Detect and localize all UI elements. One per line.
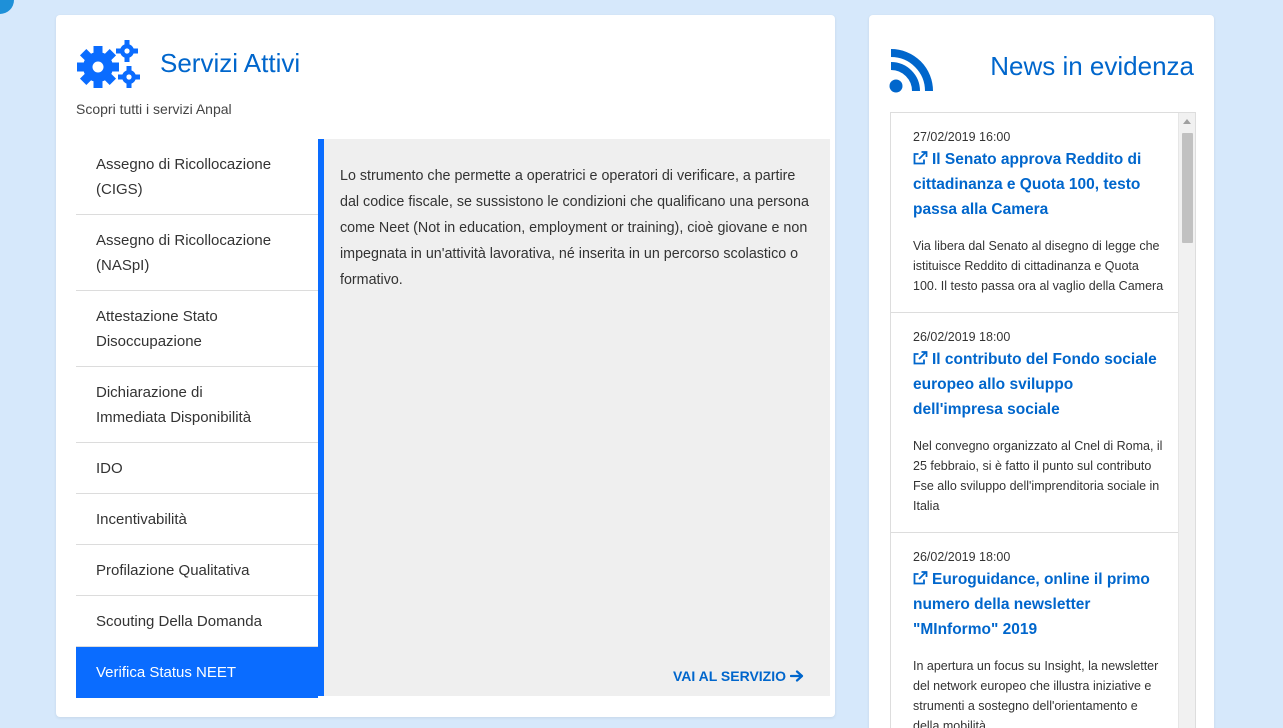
service-description: Lo strumento che permette a operatrici e… <box>340 168 809 288</box>
service-item-assegno-cigs[interactable]: Assegno di Ricollocazione (CIGS) <box>76 139 318 215</box>
service-item-verifica-neet[interactable]: Verifica Status NEET <box>76 647 318 698</box>
service-item-label-line2: (CIGS) <box>96 180 143 198</box>
news-headline: Il contributo del Fondo sociale europeo … <box>913 351 1157 418</box>
news-list: 27/02/2019 16:00 Il Senato approva Reddi… <box>890 112 1196 728</box>
servizi-attivi-card: Servizi Attivi Scopri tutti i servizi An… <box>56 15 835 717</box>
service-item-ido[interactable]: IDO <box>76 443 318 494</box>
service-item-label-line2: (NASpI) <box>96 256 150 274</box>
service-item-incentivabilita[interactable]: Incentivabilità <box>76 494 318 545</box>
vai-al-servizio-label: VAI AL SERVIZIO <box>672 668 786 684</box>
news-headline-link[interactable]: Il Senato approva Reddito di cittadinanz… <box>913 147 1165 222</box>
news-header: News in evidenza <box>889 45 1194 95</box>
rss-icon <box>889 49 933 93</box>
service-item-label: Scouting Della Domanda <box>96 612 262 630</box>
news-headline: Euroguidance, online il primo numero del… <box>913 571 1150 638</box>
service-item-profilazione[interactable]: Profilazione Qualitativa <box>76 545 318 596</box>
service-item-attestazione[interactable]: Attestazione Stato Disoccupazione <box>76 291 318 367</box>
news-item: 26/02/2019 18:00 Il contributo del Fondo… <box>891 313 1179 533</box>
service-item-label: Dichiarazione di Immediata Disponibilità <box>96 380 251 430</box>
news-date: 27/02/2019 16:00 <box>913 130 1011 144</box>
service-item-label: IDO <box>96 459 123 477</box>
external-link-icon <box>913 571 928 585</box>
arrow-right-icon <box>790 670 804 682</box>
service-item-label: Verifica Status NEET <box>96 664 237 681</box>
service-list: Assegno di Ricollocazione (CIGS) Assegno… <box>76 139 318 698</box>
servizi-title: Servizi Attivi <box>160 47 301 78</box>
news-item: 26/02/2019 18:00 Euroguidance, online il… <box>891 533 1179 728</box>
service-item-assegno-naspi[interactable]: Assegno di Ricollocazione (NASpI) <box>76 215 318 291</box>
servizi-subtitle: Scopri tutti i servizi Anpal <box>76 101 232 117</box>
service-item-label: Profilazione Qualitativa <box>96 561 250 579</box>
service-item-label-line1: Assegno di Ricollocazione <box>96 231 272 249</box>
service-detail-panel: Lo strumento che permette a operatrici e… <box>318 139 830 696</box>
service-item-label-line2: Disoccupazione <box>96 332 202 350</box>
news-headline-link[interactable]: Il contributo del Fondo sociale europeo … <box>913 347 1165 422</box>
service-item-dichiarazione[interactable]: Dichiarazione di Immediata Disponibilità <box>76 367 318 443</box>
external-link-icon <box>913 151 928 165</box>
servizi-header: Servizi Attivi <box>76 37 300 89</box>
service-item-label-line2: Immediata Disponibilità <box>96 408 252 426</box>
service-item-label-line1: Attestazione Stato <box>96 307 218 325</box>
service-item-label: Incentivabilità <box>96 510 187 528</box>
news-date: 26/02/2019 18:00 <box>913 330 1011 344</box>
service-item-label: Assegno di Ricollocazione (CIGS) <box>96 152 271 202</box>
scroll-thumb[interactable] <box>1182 133 1193 243</box>
news-headline-link[interactable]: Euroguidance, online il primo numero del… <box>913 567 1165 642</box>
news-scrollbar[interactable] <box>1178 113 1195 728</box>
news-description: Via libera dal Senato al disegno di legg… <box>913 239 1164 293</box>
news-description: In apertura un focus su Insight, la news… <box>913 659 1159 728</box>
gears-icon <box>77 40 140 88</box>
news-headline: Il Senato approva Reddito di cittadinanz… <box>913 151 1142 218</box>
service-item-label: Assegno di Ricollocazione (NASpI) <box>96 228 271 278</box>
news-card: News in evidenza 27/02/2019 16:00 Il Sen… <box>869 15 1214 728</box>
news-item: 27/02/2019 16:00 Il Senato approva Reddi… <box>891 113 1179 313</box>
vai-al-servizio-link[interactable]: VAI AL SERVIZIO <box>673 668 804 684</box>
service-item-label-line1: Dichiarazione di <box>96 383 203 401</box>
news-description: Nel convegno organizzato al Cnel di Roma… <box>913 439 1163 513</box>
news-title: News in evidenza <box>990 51 1194 81</box>
external-link-icon <box>913 351 928 365</box>
corner-badge <box>0 0 14 14</box>
news-items: 27/02/2019 16:00 Il Senato approva Reddi… <box>891 113 1179 728</box>
service-item-scouting[interactable]: Scouting Della Domanda <box>76 596 318 647</box>
news-date: 26/02/2019 18:00 <box>913 550 1011 564</box>
service-item-label-line1: Assegno di Ricollocazione <box>96 155 272 173</box>
scroll-up-arrow-icon[interactable] <box>1183 119 1191 124</box>
service-item-label: Attestazione Stato Disoccupazione <box>96 304 218 354</box>
